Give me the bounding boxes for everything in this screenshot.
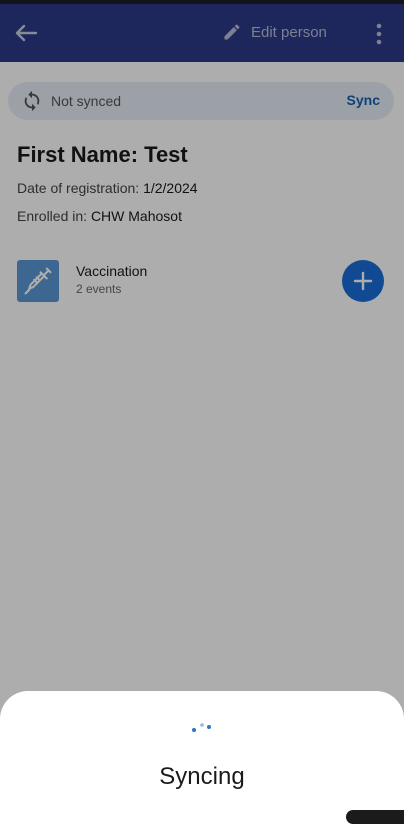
loading-spinner-icon (192, 723, 211, 732)
sheet-title: Syncing (159, 763, 245, 790)
syncing-bottom-sheet: Syncing (0, 691, 404, 818)
corner-overlay-handle (346, 810, 404, 824)
